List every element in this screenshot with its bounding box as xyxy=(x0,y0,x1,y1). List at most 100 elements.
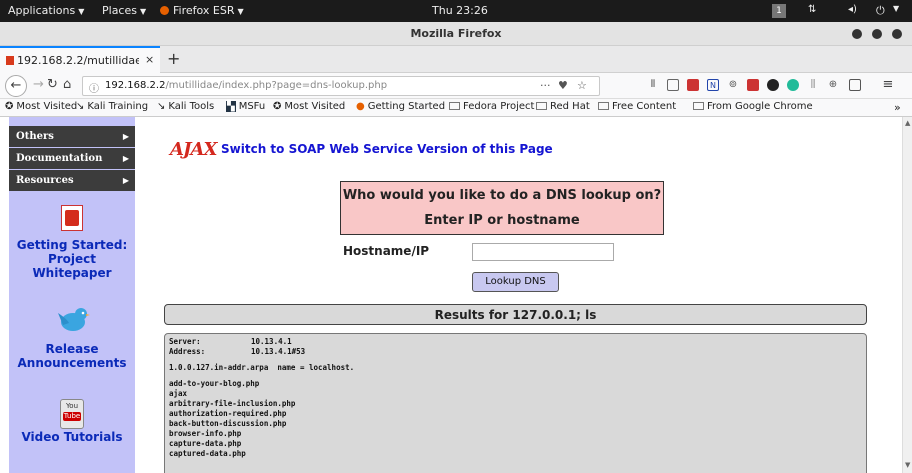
maximize-button[interactable] xyxy=(872,29,882,39)
bookmark-item[interactable]: ▚ MSFu xyxy=(226,101,265,112)
bookmark-label: Kali Training xyxy=(87,101,149,112)
video-tutorials-link[interactable]: Video Tutorials xyxy=(9,430,135,444)
applications-menu[interactable]: Applications ▼ xyxy=(8,4,84,17)
soap-version-link[interactable]: Switch to SOAP Web Service Version of th… xyxy=(221,142,553,156)
window-title: Mozilla Firefox xyxy=(410,27,502,40)
sidebar: Others ▶ Documentation ▶ Resources ▶ Gettin… xyxy=(9,117,135,473)
youtube-icon[interactable]: You Tube xyxy=(60,399,84,429)
msf-icon: ▚ xyxy=(226,101,236,112)
bookmark-item[interactable]: Red Hat xyxy=(536,101,590,112)
file-line: arbitrary-file-inclusion.php xyxy=(169,399,296,408)
extension-icon[interactable] xyxy=(687,79,699,91)
firefox-app-label: Firefox ESR xyxy=(173,4,235,17)
site-info-icon[interactable]: ⓘ xyxy=(89,80,99,95)
output-value: 10.13.4.1#53 xyxy=(251,347,306,356)
globe-icon[interactable]: ⊕ xyxy=(827,79,839,91)
bookmarks-toolbar: ✪ Most Visited ↘ Kali Training ↘ Kali Tools… xyxy=(0,99,912,117)
file-line: add-to-your-blog.php xyxy=(169,379,260,388)
output-value: 10.13.4.1 xyxy=(251,337,292,346)
forward-button[interactable]: → xyxy=(33,77,44,92)
places-menu[interactable]: Places ▼ xyxy=(102,4,146,17)
minimize-button[interactable] xyxy=(852,29,862,39)
places-label: Places xyxy=(102,4,137,17)
folder-icon xyxy=(693,102,704,110)
output-line: Server: 10.13.4.1 xyxy=(169,337,866,347)
window-title-bar: Mozilla Firefox xyxy=(0,22,912,46)
scroll-up-icon[interactable]: ▲ xyxy=(905,119,910,127)
workspace-indicator[interactable]: 1 xyxy=(772,4,786,18)
bookmark-item[interactable]: ● Getting Started xyxy=(356,101,445,112)
bookmark-item[interactable]: ↘ Kali Training xyxy=(76,101,148,112)
lookup-dns-button[interactable]: Lookup DNS xyxy=(472,272,559,292)
back-button[interactable]: ← xyxy=(5,75,27,97)
dns-prompt: Who would you like to do a DNS lookup on… xyxy=(342,188,662,203)
bookmark-item[interactable]: ✪ Most Visited xyxy=(273,101,345,112)
bookmark-star-icon[interactable]: ☆ xyxy=(577,79,587,92)
results-title: Results for 127.0.0.1; ls xyxy=(164,304,867,325)
power-icon[interactable]: ⏻ xyxy=(876,4,885,18)
close-window-button[interactable] xyxy=(892,29,902,39)
extension-icon[interactable] xyxy=(787,79,799,91)
new-tab-button[interactable]: + xyxy=(167,49,180,68)
bookmark-label: Free Content xyxy=(612,101,677,112)
url-text[interactable]: 192.168.2.2/mutillidae/index.php?page=dn… xyxy=(105,80,387,91)
sidebar-icon[interactable] xyxy=(667,79,679,91)
ajax-logo[interactable]: AJAX xyxy=(170,139,217,160)
library-icon[interactable]: ⫴ xyxy=(647,79,659,91)
folder-icon xyxy=(598,102,609,110)
chevron-down-icon: ▼ xyxy=(237,7,244,16)
bookmark-item[interactable]: From Google Chrome xyxy=(693,101,813,112)
url-bar[interactable]: ⓘ 192.168.2.2/mutillidae/index.php?page=… xyxy=(82,76,600,96)
sidebar-item-label: Others xyxy=(16,131,54,142)
bookmark-item[interactable]: Free Content xyxy=(598,101,676,112)
whitepaper-link[interactable]: Getting Started: Project Whitepaper xyxy=(9,238,135,280)
bookmark-label: Kali Tools xyxy=(168,101,215,112)
file-line: capture-data.php xyxy=(169,439,242,448)
bookmark-label: Getting Started xyxy=(367,101,446,112)
clock[interactable]: Thu 23:26 xyxy=(432,4,488,17)
output-key: Server: xyxy=(169,337,201,346)
sidebar-item-label: Resources xyxy=(16,175,74,186)
applications-label: Applications xyxy=(8,4,76,17)
home-button[interactable]: ⌂ xyxy=(63,77,71,92)
hostname-label: Hostname/IP xyxy=(343,244,430,258)
chevron-right-icon: ▶ xyxy=(122,153,129,163)
network-icon[interactable]: ⇅ xyxy=(808,4,816,15)
more-bookmarks-icon[interactable]: » xyxy=(894,101,901,114)
sidebar-item-resources[interactable]: Resources ▶ xyxy=(9,170,135,191)
extension-icon[interactable]: ⫼ xyxy=(807,79,819,91)
bookmark-label: Most Visited xyxy=(16,101,78,112)
bookmark-item[interactable]: ↘ Kali Tools xyxy=(157,101,214,112)
page-actions-button[interactable]: ··· xyxy=(540,79,551,92)
vertical-scrollbar[interactable]: ▲ ▼ xyxy=(902,117,912,473)
sidebar-item-label: Documentation xyxy=(16,153,103,164)
extension-icon[interactable] xyxy=(849,79,861,91)
firefox-app-menu[interactable]: Firefox ESR ▼ xyxy=(160,4,244,17)
bookmark-item[interactable]: Fedora Project xyxy=(449,101,534,112)
folder-icon xyxy=(449,102,460,110)
extension-icon[interactable] xyxy=(767,79,779,91)
volume-icon[interactable]: ◂) xyxy=(848,4,857,15)
extension-icon[interactable] xyxy=(747,79,759,91)
reload-button[interactable]: ↻ xyxy=(47,77,58,92)
release-announcements-link[interactable]: Release Announcements xyxy=(9,342,135,370)
hostname-input[interactable] xyxy=(472,243,614,261)
tab-mutillidae[interactable]: 192.168.2.2/mutillidae/i × xyxy=(0,46,160,73)
chevron-down-icon[interactable]: ▼ xyxy=(893,4,899,13)
close-tab-icon[interactable]: × xyxy=(145,53,154,66)
twitter-bird-icon[interactable] xyxy=(55,305,91,335)
pocket-icon[interactable]: ♥ xyxy=(558,79,568,92)
file-line: captured-data.php xyxy=(169,449,246,458)
extension-n-icon[interactable]: N xyxy=(707,79,719,91)
dns-subprompt: Enter IP or hostname xyxy=(424,213,580,228)
sidebar-item-documentation[interactable]: Documentation ▶ xyxy=(9,148,135,169)
extension-icon[interactable]: ⊚ xyxy=(727,79,739,91)
sidebar-item-others[interactable]: Others ▶ xyxy=(9,126,135,147)
bookmark-item[interactable]: ✪ Most Visited xyxy=(5,101,77,112)
page-content: Others ▶ Documentation ▶ Resources ▶ Gettin… xyxy=(0,117,902,473)
scroll-down-icon[interactable]: ▼ xyxy=(905,461,910,469)
output-key: Address: xyxy=(169,347,206,356)
pdf-icon[interactable] xyxy=(61,205,83,231)
menu-icon[interactable]: ≡ xyxy=(882,78,894,91)
youtube-icon-you: You xyxy=(65,402,79,410)
